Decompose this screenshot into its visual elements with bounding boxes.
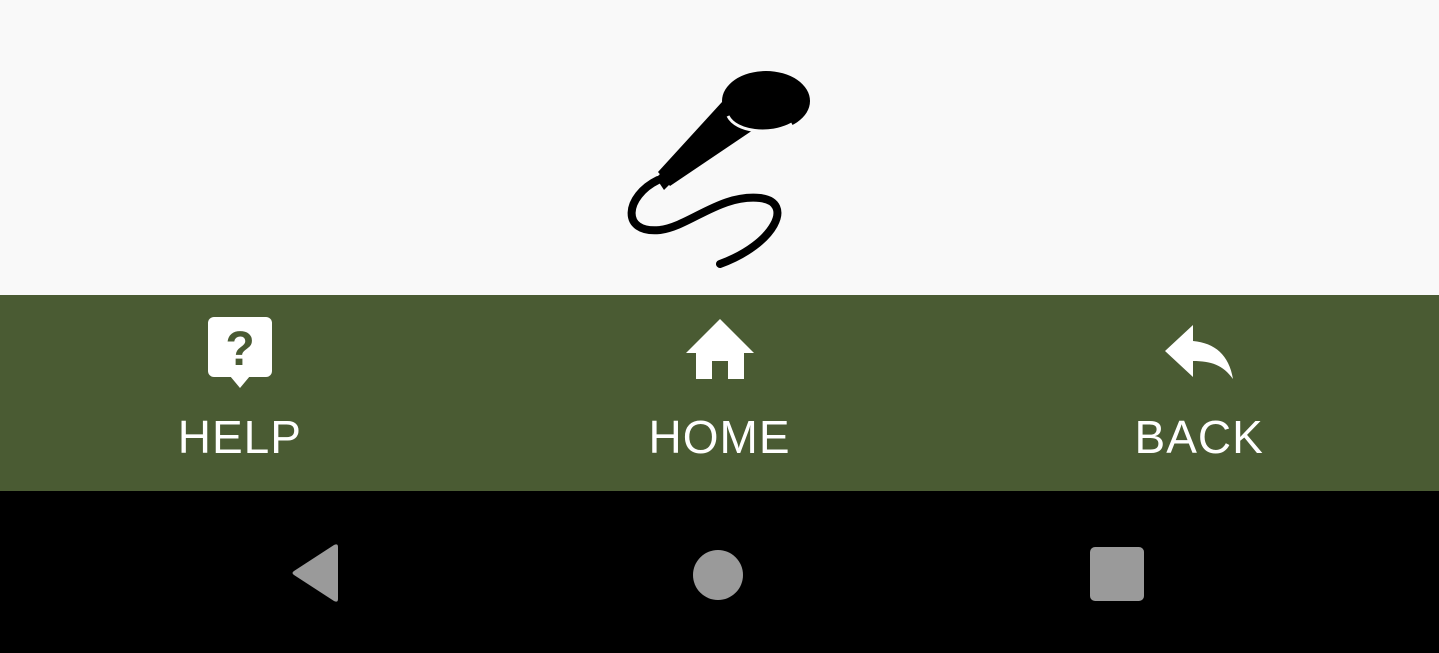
- main-content: [0, 0, 1439, 295]
- home-button[interactable]: HOME: [480, 295, 960, 491]
- bottom-action-bar: ? HELP HOME BACK: [0, 295, 1439, 491]
- app-screen: ? HELP HOME BACK: [0, 0, 1439, 653]
- svg-text:?: ?: [225, 323, 254, 376]
- system-navigation-bar: [0, 491, 1439, 653]
- help-button[interactable]: ? HELP: [0, 295, 480, 491]
- home-label: HOME: [648, 411, 791, 463]
- microphone-icon: [620, 66, 820, 272]
- help-label: HELP: [177, 411, 302, 463]
- reply-back-icon: [1163, 315, 1235, 391]
- nav-recents-square-icon[interactable]: [1086, 541, 1150, 605]
- back-button[interactable]: BACK: [959, 295, 1439, 491]
- help-bubble-icon: ?: [204, 315, 276, 391]
- nav-back-triangle-icon[interactable]: [286, 541, 350, 605]
- back-label: BACK: [1134, 411, 1264, 463]
- nav-home-circle-icon[interactable]: [686, 541, 750, 605]
- home-icon: [684, 315, 756, 391]
